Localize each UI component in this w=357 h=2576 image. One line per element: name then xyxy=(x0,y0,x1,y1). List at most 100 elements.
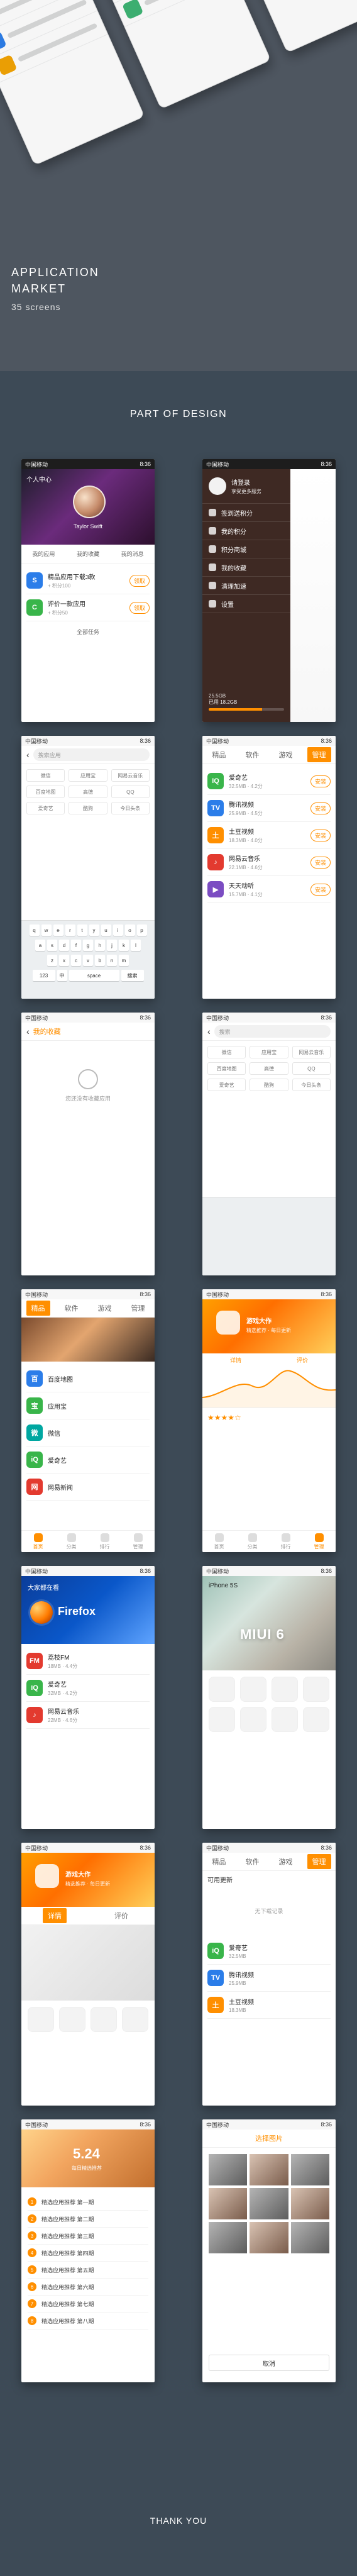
nav-manage[interactable]: 管理 xyxy=(314,1533,324,1550)
drawer-header[interactable]: 请登录 享受更多服务 xyxy=(202,469,290,504)
tab-games[interactable]: 游戏 xyxy=(93,1301,117,1316)
related-app-tile[interactable] xyxy=(28,2007,54,2032)
key[interactable]: m xyxy=(119,955,129,966)
tab-games[interactable]: 游戏 xyxy=(274,747,298,762)
tag[interactable]: 百度地图 xyxy=(207,1062,246,1075)
list-item[interactable]: C 评价一款应用 + 积分50 领取 xyxy=(26,594,150,621)
cancel-button[interactable]: 取消 xyxy=(209,2355,329,2371)
tag[interactable]: 酷狗 xyxy=(250,1079,288,1091)
list-item[interactable]: TV 腾讯视频 25.9MB · 4.5分 安装 xyxy=(207,795,331,822)
tag[interactable]: 百度地图 xyxy=(26,786,65,798)
tag[interactable]: 应用宝 xyxy=(250,1046,288,1058)
screenshots[interactable] xyxy=(21,1925,155,2001)
key[interactable]: e xyxy=(53,924,63,936)
timeline-row[interactable]: 2 精选应用推荐 第二期 xyxy=(28,2211,148,2228)
theme-tile[interactable] xyxy=(303,1707,329,1732)
all-tasks-link[interactable]: 全部任务 xyxy=(26,621,150,642)
tag[interactable]: QQ xyxy=(292,1062,331,1075)
tag[interactable]: 高德 xyxy=(250,1062,288,1075)
key[interactable]: a xyxy=(35,940,45,951)
search-input[interactable]: 搜索应用 xyxy=(33,748,150,761)
photo-thumb[interactable] xyxy=(250,2154,288,2185)
photo-thumb[interactable] xyxy=(290,2188,329,2219)
tag[interactable]: 爱奇艺 xyxy=(26,802,65,814)
key[interactable]: o xyxy=(124,924,135,936)
tab-featured[interactable]: 精品 xyxy=(207,747,231,762)
nav-home[interactable]: 首页 xyxy=(33,1533,43,1550)
tag[interactable]: QQ xyxy=(111,786,150,798)
tag[interactable]: 高德 xyxy=(69,786,107,798)
tag[interactable]: 微信 xyxy=(26,769,65,782)
tag[interactable]: 应用宝 xyxy=(69,769,107,782)
profile-action-apps[interactable]: 我的应用 xyxy=(32,550,55,558)
list-item[interactable]: iQ 爱奇艺 32.5MB xyxy=(207,1938,331,1965)
key[interactable]: x xyxy=(59,955,69,966)
list-item[interactable]: 宝应用宝 xyxy=(26,1392,150,1419)
drawer-item[interactable]: 积分商城 xyxy=(202,540,290,558)
claim-button[interactable]: 领取 xyxy=(129,601,150,614)
back-icon[interactable]: ‹ xyxy=(207,1026,211,1036)
tab-featured[interactable]: 精品 xyxy=(207,1854,231,1869)
tab-manage[interactable]: 管理 xyxy=(307,1854,331,1869)
key[interactable]: b xyxy=(95,955,105,966)
photo-thumb[interactable] xyxy=(209,2222,248,2253)
nav-home[interactable]: 首页 xyxy=(214,1533,224,1550)
profile-action-favorites[interactable]: 我的收藏 xyxy=(77,550,99,558)
key[interactable]: i xyxy=(113,924,123,936)
install-button[interactable]: 安装 xyxy=(310,802,331,814)
drawer-item[interactable]: 设置 xyxy=(202,595,290,613)
related-app-tile[interactable] xyxy=(59,2007,85,2032)
list-item[interactable]: ▶ 天天动听 15.7MB · 4.1分 安装 xyxy=(207,876,331,903)
key[interactable]: h xyxy=(95,940,105,951)
tab-manage[interactable]: 管理 xyxy=(307,747,331,762)
banner[interactable] xyxy=(21,1318,155,1362)
tab-manage[interactable]: 管理 xyxy=(126,1301,150,1316)
timeline-row[interactable]: 5 精选应用推荐 第五期 xyxy=(28,2262,148,2279)
key[interactable]: g xyxy=(83,940,93,951)
key[interactable]: q xyxy=(29,924,40,936)
key[interactable]: j xyxy=(107,940,117,951)
featured-banner[interactable]: 大家都在看 Firefox xyxy=(21,1576,155,1644)
list-item[interactable]: ♪ 网易云音乐 22.1MB · 4.6分 安装 xyxy=(207,849,331,876)
tab-details[interactable]: 详情 xyxy=(43,1908,67,1923)
nav-rank[interactable]: 排行 xyxy=(281,1533,291,1550)
list-item[interactable]: 百百度地图 xyxy=(26,1365,150,1392)
tag[interactable]: 爱奇艺 xyxy=(207,1079,246,1091)
photo-thumb[interactable] xyxy=(250,2222,288,2253)
list-item[interactable]: ♪ 网易云音乐 22MB · 4.6分 xyxy=(26,1702,150,1729)
key[interactable]: t xyxy=(77,924,87,936)
drawer-item[interactable]: 签到送积分 xyxy=(202,504,290,522)
tag[interactable]: 网易云音乐 xyxy=(111,769,150,782)
nav-category[interactable]: 分类 xyxy=(67,1533,77,1550)
list-item[interactable]: 土 土豆视频 18.3MB · 4.0分 安装 xyxy=(207,822,331,849)
tab-featured[interactable]: 精品 xyxy=(26,1301,50,1316)
tab-software[interactable]: 软件 xyxy=(241,747,265,762)
timeline-row[interactable]: 3 精选应用推荐 第三期 xyxy=(28,2228,148,2245)
key[interactable]: z xyxy=(47,955,57,966)
key[interactable]: p xyxy=(136,924,147,936)
timeline-row[interactable]: 6 精选应用推荐 第六期 xyxy=(28,2279,148,2296)
key[interactable]: r xyxy=(65,924,75,936)
photo-thumb[interactable] xyxy=(209,2188,248,2219)
back-icon[interactable]: ‹ xyxy=(26,750,30,760)
photo-thumb[interactable] xyxy=(290,2222,329,2253)
key[interactable]: c xyxy=(71,955,81,966)
tab-games[interactable]: 游戏 xyxy=(274,1854,298,1869)
key[interactable]: f xyxy=(71,940,81,951)
theme-tile[interactable] xyxy=(209,1677,235,1702)
theme-tile[interactable] xyxy=(209,1707,235,1732)
profile-action-messages[interactable]: 我的消息 xyxy=(121,550,144,558)
drawer-item[interactable]: 我的收藏 xyxy=(202,558,290,577)
list-item[interactable]: iQ 爱奇艺 32MB · 4.2分 xyxy=(26,1675,150,1702)
nav-rank[interactable]: 排行 xyxy=(100,1533,110,1550)
key[interactable]: w xyxy=(41,924,52,936)
related-app-tile[interactable] xyxy=(122,2007,148,2032)
tag[interactable]: 今日头条 xyxy=(111,802,150,814)
install-button[interactable]: 安装 xyxy=(310,883,331,896)
avatar[interactable] xyxy=(73,486,106,518)
tag[interactable]: 今日头条 xyxy=(292,1079,331,1091)
list-item[interactable]: TV 腾讯视频 25.9MB xyxy=(207,1965,331,1992)
drawer-item[interactable]: 我的积分 xyxy=(202,522,290,540)
timeline-row[interactable]: 8 精选应用推荐 第八期 xyxy=(28,2312,148,2329)
key-search[interactable]: 搜索 xyxy=(121,970,144,981)
